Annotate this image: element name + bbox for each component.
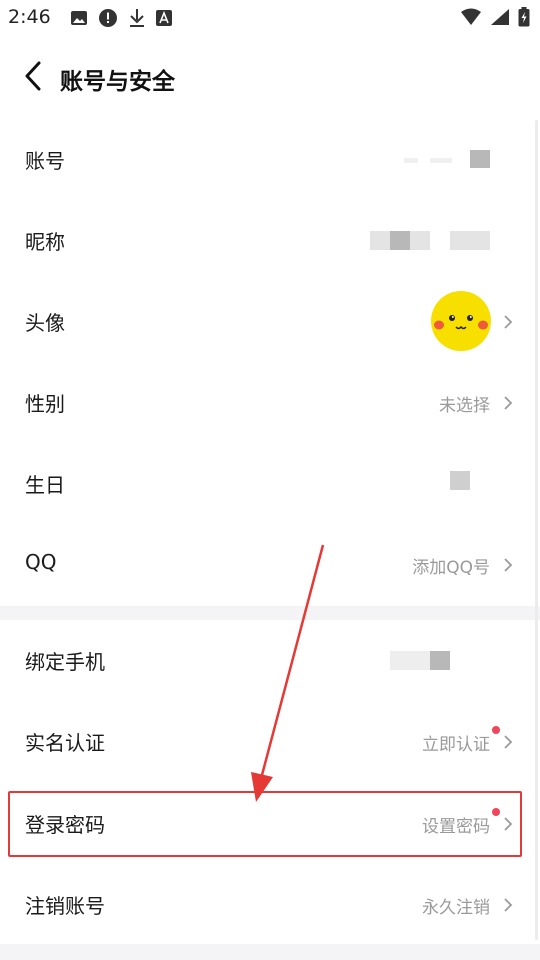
section-divider [0, 606, 540, 620]
row-value: 添加QQ号 [412, 558, 490, 578]
row-bind-phone[interactable]: 绑定手机 [0, 621, 540, 701]
row-value: 永久注销 [422, 898, 490, 918]
font-icon [156, 10, 172, 30]
download-icon [128, 8, 146, 32]
signal-icon [490, 8, 510, 30]
scrollbar[interactable] [535, 120, 538, 940]
row-value: 立即认证 [422, 735, 490, 755]
alert-icon [98, 8, 118, 32]
chevron-right-icon [502, 314, 514, 330]
chevron-right-icon [502, 557, 514, 573]
page-title: 账号与安全 [60, 69, 175, 95]
row-label: 昵称 [25, 230, 65, 254]
row-cancel-account[interactable]: 注销账号 永久注销 [0, 865, 540, 945]
row-label: 注销账号 [25, 894, 105, 918]
status-icons-left [70, 8, 172, 32]
status-icons-right [460, 7, 530, 31]
chevron-right-icon [502, 395, 514, 411]
avatar [431, 291, 491, 355]
header: 账号与安全 [0, 44, 540, 114]
status-bar: 2:46 [0, 0, 540, 36]
row-qq[interactable]: QQ 添加QQ号 [0, 525, 540, 605]
row-account[interactable]: 账号 [0, 120, 540, 200]
row-label: QQ [25, 550, 57, 574]
annotation-highlight-box [8, 791, 522, 857]
chevron-right-icon [502, 734, 514, 750]
chevron-right-icon [502, 897, 514, 913]
battery-icon [518, 7, 530, 31]
bottom-divider [0, 944, 540, 960]
row-label: 绑定手机 [25, 650, 105, 674]
back-button[interactable] [16, 60, 50, 96]
notification-dot [492, 726, 500, 734]
back-arrow-icon [23, 61, 43, 95]
row-label: 账号 [25, 149, 65, 173]
row-nickname[interactable]: 昵称 [0, 201, 540, 281]
row-gender[interactable]: 性别 未选择 [0, 363, 540, 443]
row-label: 性别 [25, 392, 65, 416]
row-real-name[interactable]: 实名认证 立即认证 [0, 702, 540, 782]
row-label: 生日 [25, 473, 65, 497]
row-birthday[interactable]: 生日 [0, 444, 540, 524]
row-value: 未选择 [439, 396, 490, 416]
image-icon [70, 9, 88, 31]
status-time: 2:46 [8, 6, 51, 28]
row-label: 实名认证 [25, 731, 105, 755]
row-label: 头像 [25, 311, 65, 335]
wifi-icon [460, 8, 482, 30]
row-avatar[interactable]: 头像 [0, 282, 540, 362]
